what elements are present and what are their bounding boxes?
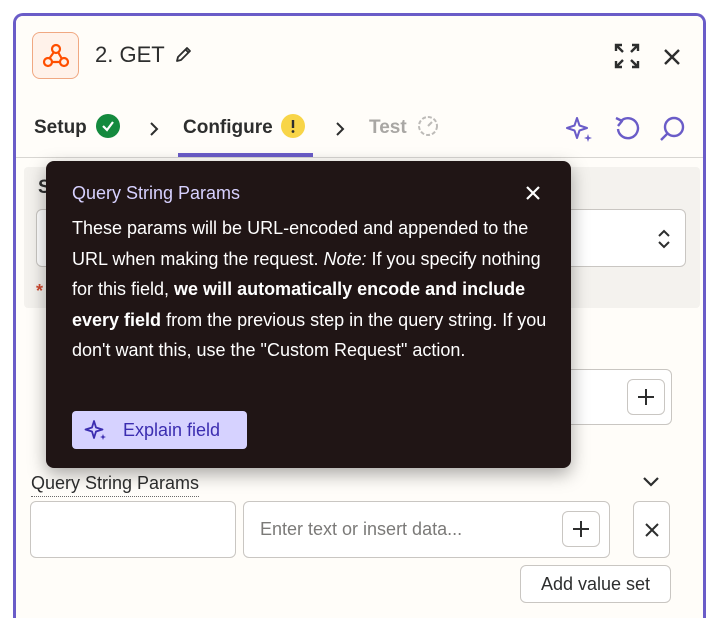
close-icon[interactable]	[661, 46, 683, 68]
panel-header: 2. GET	[16, 16, 703, 100]
tooltip-title: Query String Params	[72, 183, 241, 203]
active-tab-indicator	[178, 153, 313, 157]
warning-icon	[281, 114, 305, 138]
field-help-tooltip: Query String Params These params will be…	[46, 161, 571, 468]
timer-icon	[418, 116, 438, 136]
chevron-right-icon	[336, 122, 345, 136]
tab-setup[interactable]: Setup	[34, 117, 87, 139]
sort-arrows-icon	[658, 229, 670, 249]
sparkle-icon	[84, 420, 106, 440]
insert-data-button[interactable]	[627, 379, 665, 415]
value-placeholder: Enter text or insert data...	[260, 519, 463, 539]
step-title[interactable]: 2. GET	[95, 42, 165, 68]
tab-configure[interactable]: Configure	[183, 117, 273, 139]
step-tabs: Setup Configure Test	[16, 100, 703, 158]
tab-test[interactable]: Test	[369, 117, 407, 139]
plus-icon	[638, 389, 654, 405]
webhook-icon	[32, 32, 79, 79]
close-icon	[644, 522, 659, 537]
expand-icon[interactable]	[613, 42, 641, 70]
chevron-down-icon[interactable]	[641, 475, 661, 489]
required-marker: *	[36, 281, 44, 301]
search-icon[interactable]	[657, 114, 687, 144]
explain-field-button[interactable]: Explain field	[72, 411, 247, 449]
plus-icon	[573, 521, 589, 537]
explain-field-label: Explain field	[123, 420, 221, 440]
undo-icon[interactable]	[612, 114, 642, 144]
insert-data-button[interactable]	[562, 511, 600, 547]
close-icon[interactable]	[525, 185, 541, 201]
sparkle-icon[interactable]	[565, 114, 595, 144]
chevron-right-icon	[150, 122, 159, 136]
param-key-input[interactable]	[30, 501, 236, 558]
add-value-set-button[interactable]: Add value set	[520, 565, 671, 603]
query-params-label[interactable]: Query String Params	[31, 473, 200, 497]
pencil-icon[interactable]	[174, 44, 194, 64]
tooltip-text: These params will be URL-encoded and app…	[72, 213, 552, 366]
check-circle-icon	[96, 114, 120, 138]
param-value-input[interactable]: Enter text or insert data...	[243, 501, 610, 558]
remove-param-button[interactable]	[633, 501, 670, 558]
tooltip-note-label: Note:	[323, 248, 367, 269]
